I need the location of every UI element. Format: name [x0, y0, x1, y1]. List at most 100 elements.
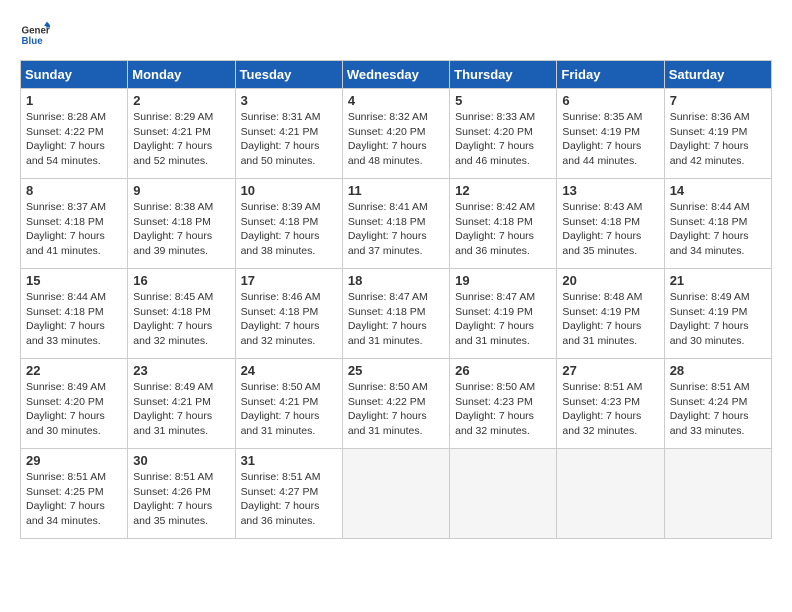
day-info: Sunrise: 8:50 AM Sunset: 4:23 PM Dayligh… — [455, 380, 551, 439]
calendar-table: SundayMondayTuesdayWednesdayThursdayFrid… — [20, 60, 772, 539]
day-number: 5 — [455, 93, 551, 108]
day-info: Sunrise: 8:50 AM Sunset: 4:21 PM Dayligh… — [241, 380, 337, 439]
day-number: 2 — [133, 93, 229, 108]
day-info: Sunrise: 8:41 AM Sunset: 4:18 PM Dayligh… — [348, 200, 444, 259]
day-number: 16 — [133, 273, 229, 288]
calendar-row: 22 Sunrise: 8:49 AM Sunset: 4:20 PM Dayl… — [21, 359, 772, 449]
calendar-cell: 24 Sunrise: 8:50 AM Sunset: 4:21 PM Dayl… — [235, 359, 342, 449]
calendar-cell: 17 Sunrise: 8:46 AM Sunset: 4:18 PM Dayl… — [235, 269, 342, 359]
day-info: Sunrise: 8:43 AM Sunset: 4:18 PM Dayligh… — [562, 200, 658, 259]
calendar-cell: 22 Sunrise: 8:49 AM Sunset: 4:20 PM Dayl… — [21, 359, 128, 449]
calendar-cell: 27 Sunrise: 8:51 AM Sunset: 4:23 PM Dayl… — [557, 359, 664, 449]
day-number: 23 — [133, 363, 229, 378]
day-number: 24 — [241, 363, 337, 378]
calendar-cell: 19 Sunrise: 8:47 AM Sunset: 4:19 PM Dayl… — [450, 269, 557, 359]
svg-text:Blue: Blue — [22, 36, 44, 47]
day-number: 6 — [562, 93, 658, 108]
calendar-cell — [342, 449, 449, 539]
logo: General Blue — [20, 20, 50, 50]
header-row: SundayMondayTuesdayWednesdayThursdayFrid… — [21, 61, 772, 89]
calendar-cell: 1 Sunrise: 8:28 AM Sunset: 4:22 PM Dayli… — [21, 89, 128, 179]
day-number: 21 — [670, 273, 766, 288]
day-number: 22 — [26, 363, 122, 378]
day-info: Sunrise: 8:38 AM Sunset: 4:18 PM Dayligh… — [133, 200, 229, 259]
calendar-cell: 3 Sunrise: 8:31 AM Sunset: 4:21 PM Dayli… — [235, 89, 342, 179]
calendar-cell: 12 Sunrise: 8:42 AM Sunset: 4:18 PM Dayl… — [450, 179, 557, 269]
header-cell-wednesday: Wednesday — [342, 61, 449, 89]
header-cell-thursday: Thursday — [450, 61, 557, 89]
day-info: Sunrise: 8:45 AM Sunset: 4:18 PM Dayligh… — [133, 290, 229, 349]
day-number: 20 — [562, 273, 658, 288]
day-number: 18 — [348, 273, 444, 288]
day-number: 25 — [348, 363, 444, 378]
day-info: Sunrise: 8:47 AM Sunset: 4:18 PM Dayligh… — [348, 290, 444, 349]
calendar-cell: 6 Sunrise: 8:35 AM Sunset: 4:19 PM Dayli… — [557, 89, 664, 179]
calendar-cell: 31 Sunrise: 8:51 AM Sunset: 4:27 PM Dayl… — [235, 449, 342, 539]
calendar-cell: 11 Sunrise: 8:41 AM Sunset: 4:18 PM Dayl… — [342, 179, 449, 269]
day-number: 28 — [670, 363, 766, 378]
day-info: Sunrise: 8:39 AM Sunset: 4:18 PM Dayligh… — [241, 200, 337, 259]
day-info: Sunrise: 8:51 AM Sunset: 4:25 PM Dayligh… — [26, 470, 122, 529]
day-number: 13 — [562, 183, 658, 198]
day-info: Sunrise: 8:36 AM Sunset: 4:19 PM Dayligh… — [670, 110, 766, 169]
day-number: 7 — [670, 93, 766, 108]
day-info: Sunrise: 8:44 AM Sunset: 4:18 PM Dayligh… — [670, 200, 766, 259]
day-info: Sunrise: 8:49 AM Sunset: 4:21 PM Dayligh… — [133, 380, 229, 439]
day-number: 17 — [241, 273, 337, 288]
header-cell-sunday: Sunday — [21, 61, 128, 89]
day-number: 12 — [455, 183, 551, 198]
day-info: Sunrise: 8:48 AM Sunset: 4:19 PM Dayligh… — [562, 290, 658, 349]
calendar-cell: 5 Sunrise: 8:33 AM Sunset: 4:20 PM Dayli… — [450, 89, 557, 179]
day-number: 27 — [562, 363, 658, 378]
calendar-cell — [557, 449, 664, 539]
day-info: Sunrise: 8:51 AM Sunset: 4:24 PM Dayligh… — [670, 380, 766, 439]
calendar-row: 29 Sunrise: 8:51 AM Sunset: 4:25 PM Dayl… — [21, 449, 772, 539]
page-header: General Blue — [20, 20, 772, 50]
day-number: 14 — [670, 183, 766, 198]
day-info: Sunrise: 8:51 AM Sunset: 4:23 PM Dayligh… — [562, 380, 658, 439]
calendar-cell: 21 Sunrise: 8:49 AM Sunset: 4:19 PM Dayl… — [664, 269, 771, 359]
day-info: Sunrise: 8:51 AM Sunset: 4:26 PM Dayligh… — [133, 470, 229, 529]
day-info: Sunrise: 8:49 AM Sunset: 4:19 PM Dayligh… — [670, 290, 766, 349]
calendar-cell: 14 Sunrise: 8:44 AM Sunset: 4:18 PM Dayl… — [664, 179, 771, 269]
calendar-cell: 18 Sunrise: 8:47 AM Sunset: 4:18 PM Dayl… — [342, 269, 449, 359]
calendar-cell: 23 Sunrise: 8:49 AM Sunset: 4:21 PM Dayl… — [128, 359, 235, 449]
header-cell-friday: Friday — [557, 61, 664, 89]
calendar-cell: 10 Sunrise: 8:39 AM Sunset: 4:18 PM Dayl… — [235, 179, 342, 269]
day-info: Sunrise: 8:42 AM Sunset: 4:18 PM Dayligh… — [455, 200, 551, 259]
calendar-cell — [664, 449, 771, 539]
day-info: Sunrise: 8:49 AM Sunset: 4:20 PM Dayligh… — [26, 380, 122, 439]
day-number: 15 — [26, 273, 122, 288]
calendar-cell: 20 Sunrise: 8:48 AM Sunset: 4:19 PM Dayl… — [557, 269, 664, 359]
calendar-cell — [450, 449, 557, 539]
calendar-cell: 30 Sunrise: 8:51 AM Sunset: 4:26 PM Dayl… — [128, 449, 235, 539]
day-number: 10 — [241, 183, 337, 198]
calendar-cell: 7 Sunrise: 8:36 AM Sunset: 4:19 PM Dayli… — [664, 89, 771, 179]
calendar-row: 1 Sunrise: 8:28 AM Sunset: 4:22 PM Dayli… — [21, 89, 772, 179]
day-info: Sunrise: 8:47 AM Sunset: 4:19 PM Dayligh… — [455, 290, 551, 349]
calendar-cell: 9 Sunrise: 8:38 AM Sunset: 4:18 PM Dayli… — [128, 179, 235, 269]
day-info: Sunrise: 8:33 AM Sunset: 4:20 PM Dayligh… — [455, 110, 551, 169]
day-number: 30 — [133, 453, 229, 468]
calendar-cell: 2 Sunrise: 8:29 AM Sunset: 4:21 PM Dayli… — [128, 89, 235, 179]
calendar-cell: 28 Sunrise: 8:51 AM Sunset: 4:24 PM Dayl… — [664, 359, 771, 449]
day-info: Sunrise: 8:50 AM Sunset: 4:22 PM Dayligh… — [348, 380, 444, 439]
day-number: 26 — [455, 363, 551, 378]
calendar-cell: 25 Sunrise: 8:50 AM Sunset: 4:22 PM Dayl… — [342, 359, 449, 449]
header-cell-tuesday: Tuesday — [235, 61, 342, 89]
day-number: 9 — [133, 183, 229, 198]
day-info: Sunrise: 8:31 AM Sunset: 4:21 PM Dayligh… — [241, 110, 337, 169]
day-number: 19 — [455, 273, 551, 288]
calendar-cell: 13 Sunrise: 8:43 AM Sunset: 4:18 PM Dayl… — [557, 179, 664, 269]
day-number: 1 — [26, 93, 122, 108]
calendar-cell: 29 Sunrise: 8:51 AM Sunset: 4:25 PM Dayl… — [21, 449, 128, 539]
calendar-row: 15 Sunrise: 8:44 AM Sunset: 4:18 PM Dayl… — [21, 269, 772, 359]
calendar-cell: 15 Sunrise: 8:44 AM Sunset: 4:18 PM Dayl… — [21, 269, 128, 359]
day-info: Sunrise: 8:29 AM Sunset: 4:21 PM Dayligh… — [133, 110, 229, 169]
day-number: 29 — [26, 453, 122, 468]
calendar-cell: 8 Sunrise: 8:37 AM Sunset: 4:18 PM Dayli… — [21, 179, 128, 269]
day-number: 31 — [241, 453, 337, 468]
day-number: 8 — [26, 183, 122, 198]
day-number: 11 — [348, 183, 444, 198]
day-info: Sunrise: 8:32 AM Sunset: 4:20 PM Dayligh… — [348, 110, 444, 169]
